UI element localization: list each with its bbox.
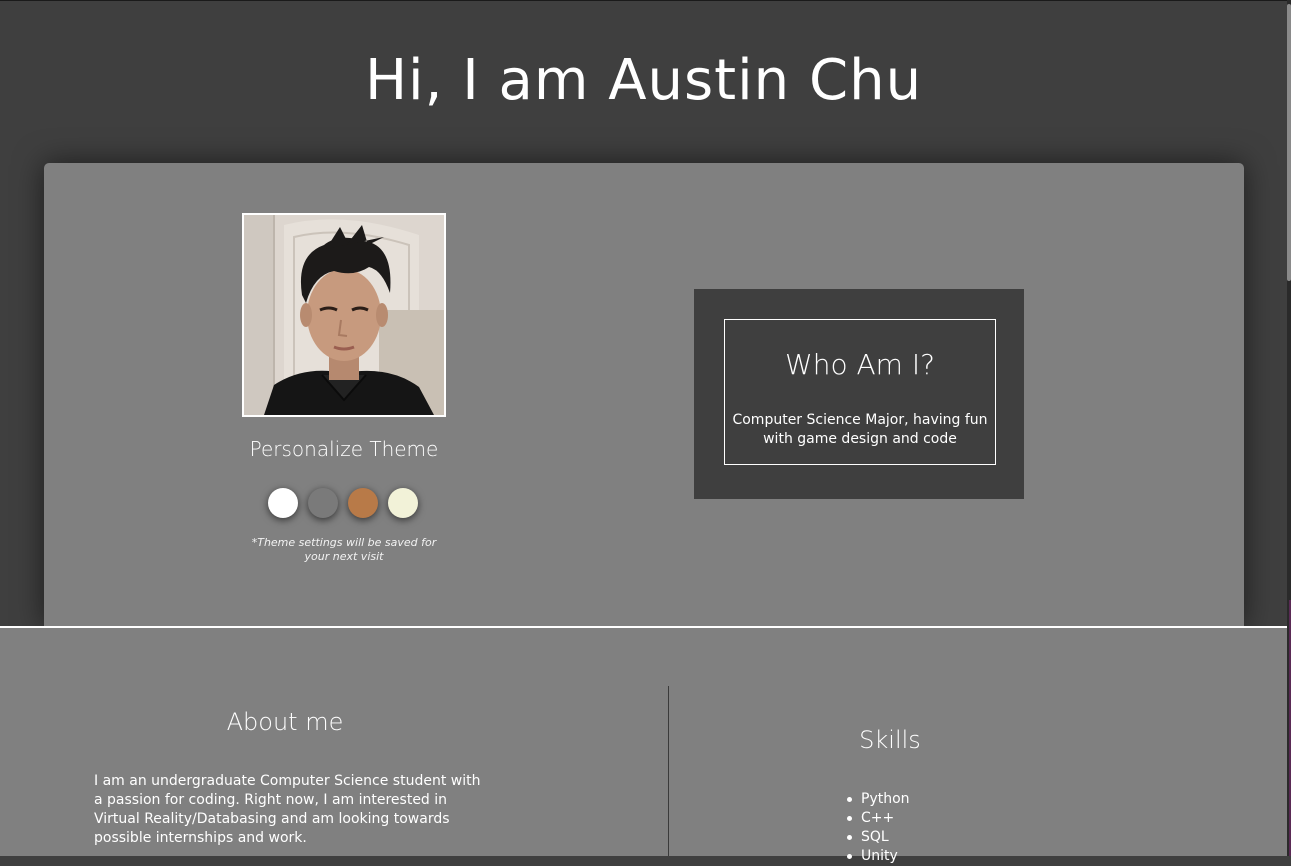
skills-title: Skills — [859, 726, 921, 754]
skill-item: C++ — [843, 809, 910, 828]
theme-swatch-white[interactable] — [268, 488, 298, 518]
scrollbar-thumb[interactable] — [1287, 4, 1291, 281]
skill-item: SQL — [843, 828, 910, 847]
column-divider — [668, 686, 669, 856]
skills-list: Python C++ SQL Unity — [843, 790, 910, 866]
who-am-i-title: Who Am I? — [785, 348, 935, 381]
window-top-border — [0, 0, 1291, 1]
theme-save-note: *Theme settings will be saved for your n… — [251, 536, 437, 563]
theme-swatches — [268, 488, 428, 520]
who-am-i-box: Who Am I? Computer Science Major, having… — [694, 289, 1024, 499]
who-am-i-frame: Who Am I? Computer Science Major, having… — [724, 319, 996, 465]
about-me-title: About me — [226, 708, 344, 736]
personalize-theme-heading: Personalize Theme — [249, 437, 439, 461]
skill-item: Unity — [843, 847, 910, 866]
portrait-image — [244, 215, 444, 415]
who-am-i-text: Computer Science Major, having fun with … — [732, 412, 988, 447]
skill-item: Python — [843, 790, 910, 809]
details-section: About me I am an undergraduate Computer … — [0, 628, 1287, 864]
theme-swatch-copper[interactable] — [348, 488, 378, 518]
theme-swatch-cream[interactable] — [388, 488, 418, 518]
page-title: Hi, I am Austin Chu — [364, 48, 923, 113]
about-me-text: I am an undergraduate Computer Science s… — [94, 773, 481, 846]
theme-swatch-gray[interactable] — [308, 488, 338, 518]
profile-photo — [242, 213, 446, 417]
intro-card: Personalize Theme *Theme settings will b… — [44, 163, 1244, 627]
